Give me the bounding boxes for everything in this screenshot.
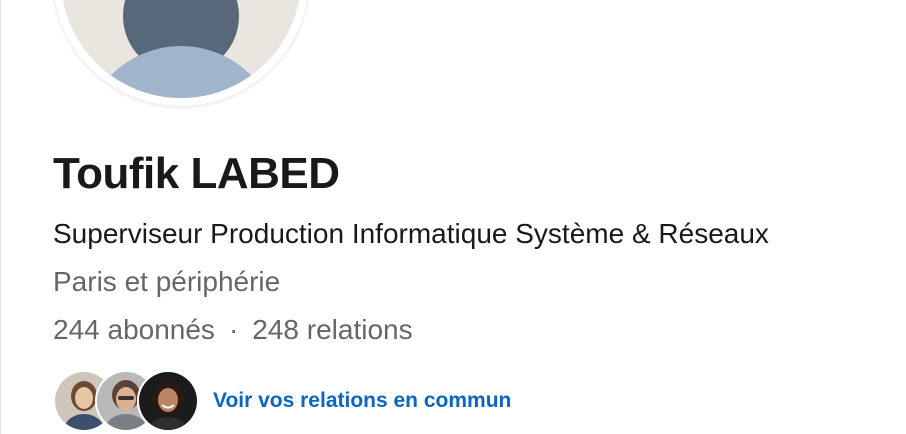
profile-name: Toufik LABED [53, 149, 340, 198]
mutual-avatars[interactable] [53, 370, 199, 432]
connections-count[interactable]: 248 relations [252, 314, 412, 345]
profile-avatar[interactable] [53, 0, 309, 106]
mutual-connections: Voir vos relations en commun [53, 370, 511, 432]
profile-card: Toufik LABED Superviseur Production Info… [0, 0, 906, 434]
mutual-avatar-3 [137, 370, 199, 432]
default-avatar-icon [61, 0, 301, 98]
stats-separator: · [228, 314, 239, 345]
profile-stats: 244 abonnés · 248 relations [53, 312, 413, 348]
profile-headline: Superviseur Production Informatique Syst… [53, 218, 769, 249]
view-mutual-connections-link[interactable]: Voir vos relations en commun [213, 389, 511, 413]
followers-count: 244 abonnés [53, 314, 215, 345]
profile-location: Paris et périphérie [53, 266, 281, 297]
